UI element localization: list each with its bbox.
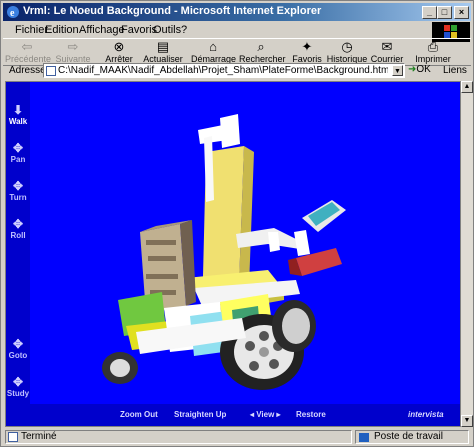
print-icon: ⎙ (427, 39, 439, 54)
address-label: Adresse (9, 65, 46, 76)
address-url[interactable]: C:\Nadif_MAAK\Nadif_Abdellah\Projet_Sham… (58, 65, 388, 76)
standard-toolbar: ⇦ Précédente ⇨ Suivante ⊗ Arrêter ▤ Actualiser ⌂… (3, 38, 471, 66)
scroll-up-icon[interactable]: ▲ (461, 81, 473, 93)
view-button[interactable]: ◂ View ▸ (250, 410, 281, 419)
menu-outils[interactable]: Outils (153, 24, 181, 36)
search-icon: ⌕ (257, 39, 265, 54)
go-label: OK (416, 64, 431, 75)
status-left: Terminé (5, 430, 352, 444)
status-text: Terminé (21, 431, 57, 442)
vrml-viewer[interactable]: ⬇ Walk ✥ Pan ✥ Turn ✥ Roll ✥ Goto ✥ Study (5, 81, 461, 427)
page-icon (46, 66, 56, 76)
status-zone: Poste de travail (355, 430, 469, 444)
mail-icon: ✉ (381, 39, 393, 54)
refresh-icon: ▤ (156, 39, 170, 54)
wheelchair-3d-model[interactable] (6, 82, 461, 427)
favorites-icon: ✦ (301, 39, 313, 54)
vertical-scrollbar[interactable]: ▲ ▼ (461, 81, 473, 427)
drive-wheel-far-rim (282, 308, 310, 344)
arm-post-2 (294, 230, 310, 256)
forward-arrow-icon: ⇨ (67, 39, 79, 54)
wheel-hub (259, 347, 269, 357)
title-bar[interactable]: e Vrml: Le Noeud Background - Microsoft … (3, 3, 471, 21)
internet-explorer-icon: e (7, 6, 19, 19)
chevron-down-icon[interactable]: ▼ (392, 65, 403, 76)
computer-icon (359, 433, 369, 442)
maximize-button[interactable]: □ (437, 6, 452, 19)
menu-help[interactable]: ? (181, 24, 187, 36)
restore-button[interactable]: Restore (296, 410, 326, 419)
straighten-up-button[interactable]: Straighten Up (174, 410, 226, 419)
close-button[interactable]: × (454, 6, 469, 19)
viewer-bottom-bar: Zoom Out Straighten Up ◂ View ▸ Restore inte… (6, 404, 460, 426)
menu-bar: Fichier Edition Affichage Favoris Outils… (3, 22, 471, 38)
links-button[interactable]: Liens (443, 65, 467, 76)
address-input[interactable]: C:\Nadif_MAAK\Nadif_Abdellah\Projet_Sham… (43, 63, 405, 78)
back-arrow-icon: ⇦ (21, 39, 33, 54)
history-icon: ◷ (341, 39, 353, 54)
go-button[interactable]: ➜OK (408, 64, 431, 75)
menu-edition[interactable]: Edition (45, 24, 79, 36)
window-title: Vrml: Le Noeud Background - Microsoft In… (23, 5, 322, 17)
zoom-out-button[interactable]: Zoom Out (120, 410, 158, 419)
status-bar: Terminé Poste de travail (3, 429, 471, 446)
stop-icon: ⊗ (113, 39, 125, 54)
browser-window: e Vrml: Le Noeud Background - Microsoft … (0, 0, 474, 447)
page-icon (8, 432, 18, 442)
minimize-button[interactable]: _ (422, 6, 437, 19)
menu-fichier[interactable]: Fichier (15, 24, 48, 36)
home-icon: ⌂ (209, 39, 217, 54)
menu-favoris[interactable]: Favoris (121, 24, 157, 36)
scroll-down-icon[interactable]: ▼ (461, 415, 473, 427)
address-bar: Adresse C:\Nadif_MAAK\Nadif_Abdellah\Pro… (3, 63, 471, 79)
intervista-logo[interactable]: intervista (408, 410, 444, 419)
svg-text:e: e (10, 8, 15, 19)
arm-post (268, 232, 280, 252)
menu-affichage[interactable]: Affichage (79, 24, 125, 36)
caster-hub-left (110, 359, 130, 377)
zone-text: Poste de travail (374, 431, 443, 442)
